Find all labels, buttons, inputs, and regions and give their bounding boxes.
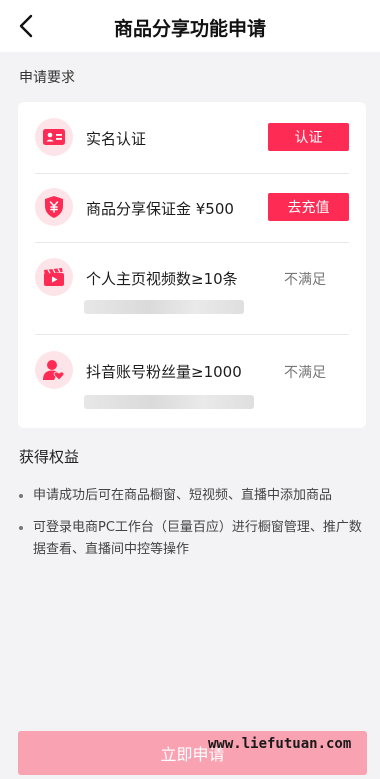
id-card-icon — [35, 118, 73, 156]
bullet — [19, 526, 23, 530]
top-bar: 商品分享功能申请 — [0, 0, 380, 52]
divider — [35, 242, 349, 243]
divider — [35, 173, 349, 174]
benefit-item: 申请成功后可在商品橱窗、短视频、直播中添加商品 — [19, 485, 369, 507]
requirement-row-realname: 实名认证 认证 — [18, 118, 366, 158]
video-clapper-icon — [35, 258, 73, 296]
requirement-row-videos: 个人主页视频数≥10条 不满足 — [18, 258, 366, 328]
page-title: 商品分享功能申请 — [113, 18, 266, 40]
requirement-row-deposit: 商品分享保证金 ¥500 去充值 — [18, 188, 366, 228]
requirement-label: 商品分享保证金 ¥500 — [86, 200, 234, 218]
requirements-heading: 申请要求 — [19, 70, 75, 86]
requirement-label: 实名认证 — [86, 130, 147, 148]
user-heart-icon — [35, 351, 73, 389]
divider — [35, 334, 349, 335]
requirements-card: 实名认证 认证 商品分享保证金 ¥500 去充值 个人主页视频数≥10条 不满足 — [18, 102, 366, 428]
benefit-item: 可登录电商PC工作台（巨量百应）进行橱窗管理、推广数据查看、直播间中控等操作 — [19, 517, 369, 561]
shield-yen-icon — [35, 188, 73, 226]
benefits-heading: 获得权益 — [19, 448, 80, 466]
recharge-button[interactable]: 去充值 — [268, 193, 349, 221]
requirement-label: 个人主页视频数≥10条 — [86, 270, 238, 288]
status-unmet: 不满足 — [284, 365, 326, 381]
requirement-label: 抖音账号粉丝量≥1000 — [86, 363, 242, 381]
status-unmet: 不满足 — [284, 272, 326, 288]
blurred-progress-text — [84, 395, 254, 409]
watermark: www.liefutuan.com — [208, 736, 352, 752]
benefit-text: 申请成功后可在商品橱窗、短视频、直播中添加商品 — [33, 488, 333, 503]
verify-button[interactable]: 认证 — [268, 123, 349, 151]
bullet — [19, 494, 23, 498]
benefit-text: 可登录电商PC工作台（巨量百应）进行橱窗管理、推广数据查看、直播间中控等操作 — [33, 520, 362, 557]
blurred-progress-text — [84, 300, 244, 314]
requirement-row-followers: 抖音账号粉丝量≥1000 不满足 — [18, 351, 366, 421]
